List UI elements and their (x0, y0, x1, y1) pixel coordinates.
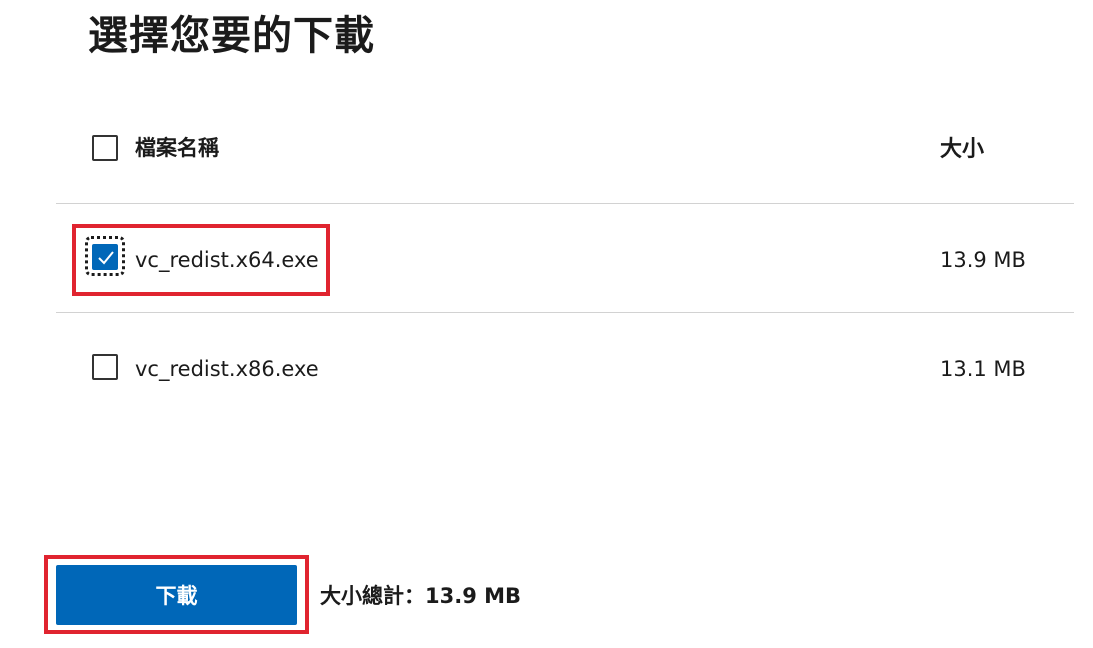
page-title: 選擇您要的下載 (88, 13, 375, 59)
file-size-label: 13.9 MB (940, 248, 1026, 272)
column-header-size: 大小 (940, 137, 985, 162)
file-size-label: 13.1 MB (940, 357, 1026, 381)
column-header-file-name: 檔案名稱 (135, 136, 219, 160)
select-all-checkbox[interactable] (92, 135, 118, 161)
table-row[interactable]: vc_redist.x86.exe 13.1 MB (56, 313, 1074, 421)
file-checkbox-x86[interactable] (92, 354, 118, 380)
table-header: 檔案名稱 大小 (56, 95, 1074, 203)
download-selection-page: 選擇您要的下載 檔案名稱 大小 vc_redist.x64.exe 13.9 M… (0, 0, 1093, 648)
download-button[interactable]: 下載 (56, 565, 297, 625)
highlight-box-selected-file (72, 224, 330, 296)
file-name-label: vc_redist.x86.exe (135, 357, 319, 381)
total-size-label: 大小總計：13.9 MB (320, 584, 522, 608)
